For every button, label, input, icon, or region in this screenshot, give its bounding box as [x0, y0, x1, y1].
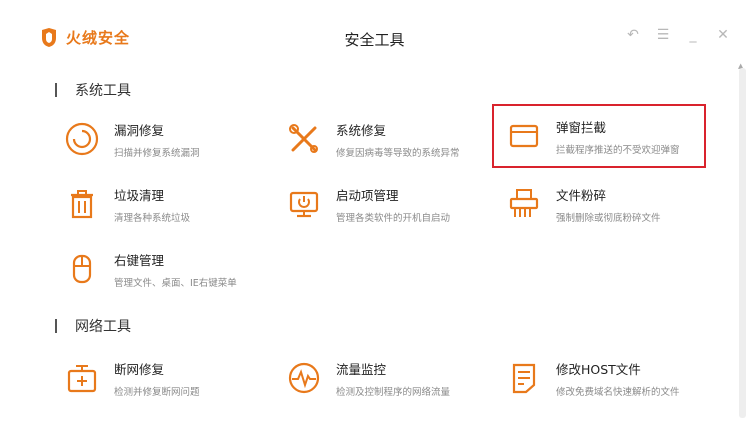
traffic-monitor-icon	[284, 358, 324, 398]
tool-startup-manager[interactable]: 启动项管理 管理各类软件的开机自启动	[284, 180, 496, 228]
popup-block-icon	[504, 116, 544, 156]
tool-name: 弹窗拦截	[556, 119, 607, 135]
system-repair-icon	[284, 119, 324, 159]
tool-name: 系统修复	[336, 122, 387, 138]
tool-desc: 修改免费域名快速解析的文件	[556, 386, 680, 398]
section-system-tools: 系统工具	[55, 80, 131, 100]
trash-clean-icon	[62, 184, 102, 224]
tool-name: 右键管理	[114, 252, 165, 268]
tool-desc: 修复因病毒等导致的系统异常	[336, 147, 460, 159]
section-marker	[55, 319, 57, 333]
tool-name: 垃圾清理	[114, 187, 165, 203]
close-icon[interactable]: ✕	[715, 26, 731, 44]
tool-name: 流量监控	[336, 361, 387, 377]
tool-name: 文件粉碎	[556, 187, 607, 203]
back-icon[interactable]: ↶	[625, 26, 641, 44]
tool-desc: 扫描并修复系统漏洞	[114, 147, 200, 159]
tool-desc: 强制删除或彻底粉碎文件	[556, 212, 661, 224]
section-title: 网络工具	[75, 319, 131, 335]
tool-traffic-monitor[interactable]: 流量监控 检测及控制程序的网络流量	[284, 354, 496, 402]
tool-name: 断网修复	[114, 361, 165, 377]
tool-system-repair[interactable]: 系统修复 修复因病毒等导致的系统异常	[284, 115, 496, 163]
tool-name: 启动项管理	[336, 187, 399, 203]
tool-desc: 清理各种系统垃圾	[114, 212, 191, 224]
tool-desc: 管理文件、桌面、IE右键菜单	[114, 277, 237, 289]
menu-icon[interactable]: ☰	[655, 26, 671, 44]
section-network-tools: 网络工具	[55, 316, 131, 336]
title-bar: 火绒安全 安全工具 ↶ ☰ _ ✕	[0, 0, 749, 72]
minimize-icon[interactable]: _	[685, 26, 701, 44]
tool-desc: 拦截程序推送的不受欢迎弹窗	[556, 144, 680, 156]
section-marker	[55, 83, 57, 97]
window-controls: ↶ ☰ _ ✕	[625, 26, 731, 44]
section-title: 系统工具	[75, 83, 131, 99]
startup-manager-icon	[284, 184, 324, 224]
vulnerability-repair-icon	[62, 119, 102, 159]
tool-popup-block[interactable]: 弹窗拦截 拦截程序推送的不受欢迎弹窗	[492, 104, 706, 168]
tool-trash-clean[interactable]: 垃圾清理 清理各种系统垃圾	[62, 180, 274, 228]
tool-name: 修改HOST文件	[556, 361, 641, 377]
tool-desc: 管理各类软件的开机自启动	[336, 212, 451, 224]
tool-host-file[interactable]: 修改HOST文件 修改免费域名快速解析的文件	[504, 354, 716, 402]
tool-name: 漏洞修复	[114, 122, 165, 138]
network-repair-icon	[62, 358, 102, 398]
scrollbar[interactable]	[739, 68, 746, 418]
tool-right-click-manager[interactable]: 右键管理 管理文件、桌面、IE右键菜单	[62, 245, 274, 293]
tool-desc: 检测并修复断网问题	[114, 386, 200, 398]
tool-file-shredder[interactable]: 文件粉碎 强制删除或彻底粉碎文件	[504, 180, 716, 228]
tool-desc: 检测及控制程序的网络流量	[336, 386, 451, 398]
right-click-manager-icon	[62, 249, 102, 289]
tool-network-repair[interactable]: 断网修复 检测并修复断网问题	[62, 354, 274, 402]
host-file-icon	[504, 358, 544, 398]
tool-vulnerability-repair[interactable]: 漏洞修复 扫描并修复系统漏洞	[62, 115, 274, 163]
file-shredder-icon	[504, 184, 544, 224]
